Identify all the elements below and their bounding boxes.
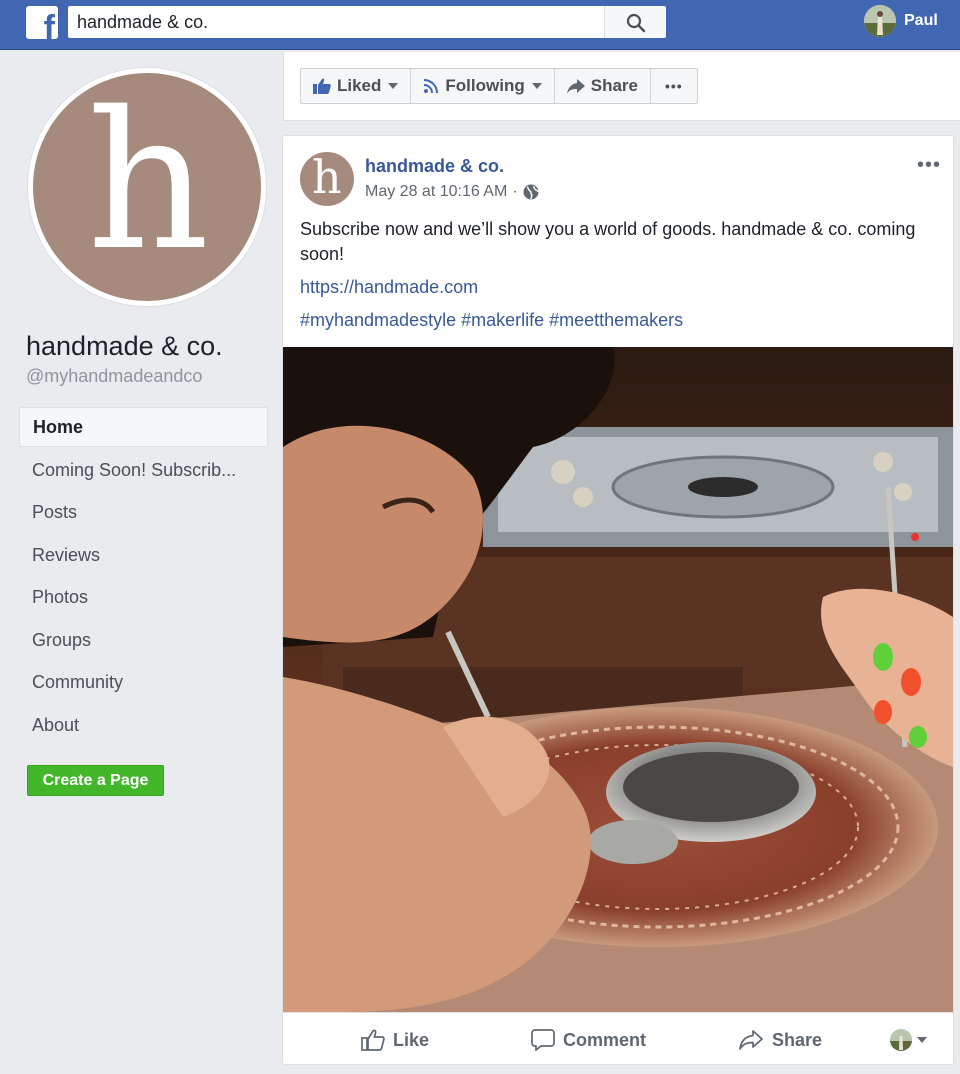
share-label: Share	[772, 1029, 823, 1050]
share-arrow-icon	[566, 78, 585, 94]
search-button[interactable]	[604, 6, 666, 38]
share-page-button[interactable]: Share	[553, 68, 651, 104]
chevron-down-icon	[388, 83, 399, 89]
search-input[interactable]: handmade & co.	[77, 12, 208, 33]
post-options-button[interactable]: •••	[917, 154, 941, 177]
page-nav: Home Coming Soon! Subscrib... Posts Revi…	[19, 407, 268, 747]
user-name: Paul	[904, 12, 938, 29]
create-page-button[interactable]: Create a Page	[27, 765, 164, 796]
post-author-name[interactable]: handmade & co.	[365, 156, 504, 177]
comment-icon	[531, 1029, 555, 1051]
page-action-bar: Liked Following Share •••	[283, 52, 960, 121]
like-label: Like	[393, 1029, 430, 1050]
share-page-label: Share	[590, 76, 638, 95]
facebook-logo[interactable]: f	[26, 6, 58, 39]
post-link[interactable]: https://handmade.com	[300, 277, 478, 298]
more-options-label: •••	[664, 78, 683, 94]
post-author-avatar[interactable]: h	[300, 152, 354, 206]
top-navigation-bar: f handmade & co. Paul	[0, 0, 960, 50]
like-button[interactable]: Like	[361, 1013, 430, 1064]
comment-button[interactable]: Comment	[531, 1013, 647, 1064]
nav-item-community[interactable]: Community	[19, 662, 268, 705]
post-card: h handmade & co. May 28 at 10:16 AM · ••…	[282, 135, 954, 1065]
post-hashtags[interactable]: #myhandmadestyle #makerlife #meetthemake…	[300, 310, 683, 331]
page-handle[interactable]: @myhandmadeandco	[26, 366, 202, 387]
following-label: Following	[445, 76, 525, 95]
share-arrow-icon	[739, 1030, 763, 1050]
facebook-logo-letter: f	[43, 9, 55, 39]
chevron-down-icon	[917, 1037, 927, 1043]
nav-item-reviews[interactable]: Reviews	[19, 534, 268, 577]
post-meta: May 28 at 10:16 AM ·	[365, 183, 539, 201]
liked-label: Liked	[337, 76, 382, 95]
post-meta-separator: ·	[512, 183, 518, 200]
thumbs-up-icon	[313, 78, 331, 94]
post-timestamp[interactable]: May 28 at 10:16 AM	[365, 183, 507, 201]
post-text: Subscribe now and we’ll show you a world…	[300, 219, 916, 264]
avatar	[864, 5, 896, 37]
nav-item-photos[interactable]: Photos	[19, 577, 268, 620]
search-bar[interactable]: handmade & co.	[68, 6, 666, 38]
nav-item-groups[interactable]: Groups	[19, 619, 268, 662]
page-profile-picture[interactable]: h	[27, 67, 267, 307]
globe-icon[interactable]	[523, 184, 539, 200]
rss-icon	[424, 79, 439, 94]
liked-button[interactable]: Liked	[300, 68, 412, 104]
nav-item-home[interactable]: Home	[19, 407, 268, 447]
thumbs-up-icon	[361, 1029, 385, 1051]
post-photo[interactable]	[283, 347, 953, 1012]
post-as-selector[interactable]	[890, 1029, 927, 1051]
nav-item-about[interactable]: About	[19, 704, 268, 747]
search-icon	[626, 13, 646, 33]
more-options-button[interactable]: •••	[649, 68, 698, 104]
avatar	[890, 1029, 912, 1051]
page-logo-letter: h	[87, 73, 210, 292]
share-button[interactable]: Share	[738, 1013, 823, 1064]
nav-item-coming-soon[interactable]: Coming Soon! Subscrib...	[19, 449, 268, 492]
post-avatar-letter: h	[312, 152, 342, 204]
chevron-down-icon	[531, 83, 542, 89]
page-title[interactable]: handmade & co.	[26, 331, 223, 362]
comment-label: Comment	[563, 1029, 647, 1050]
following-button[interactable]: Following	[410, 68, 555, 104]
post-actions: Like Comment Share	[283, 1012, 953, 1064]
nav-item-posts[interactable]: Posts	[19, 492, 268, 535]
